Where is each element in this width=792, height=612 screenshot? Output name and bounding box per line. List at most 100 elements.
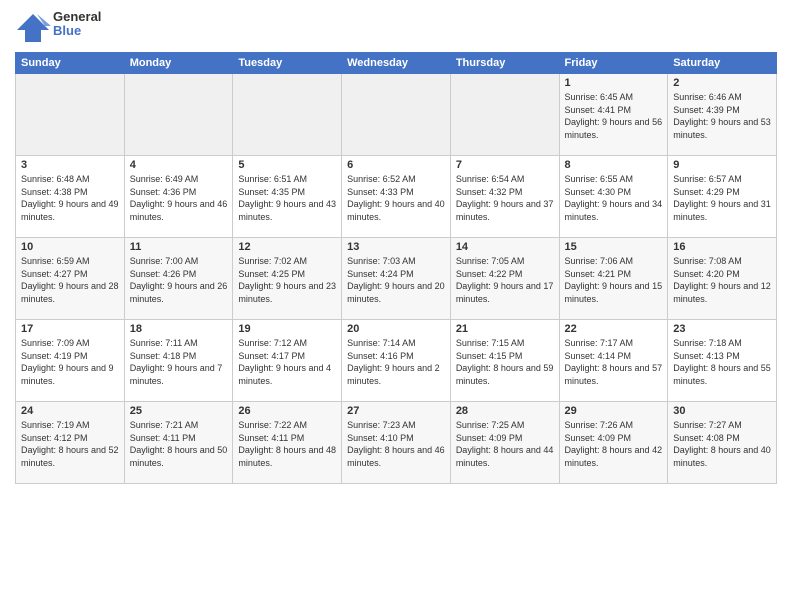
calendar-cell: 10Sunrise: 6:59 AM Sunset: 4:27 PM Dayli… xyxy=(16,238,125,320)
day-number: 9 xyxy=(673,159,771,171)
calendar-cell: 18Sunrise: 7:11 AM Sunset: 4:18 PM Dayli… xyxy=(124,320,233,402)
calendar-cell xyxy=(16,74,125,156)
day-info: Sunrise: 7:03 AM Sunset: 4:24 PM Dayligh… xyxy=(347,255,445,305)
calendar-week-row: 10Sunrise: 6:59 AM Sunset: 4:27 PM Dayli… xyxy=(16,238,777,320)
calendar-cell: 9 Sunrise: 6:57 AM Sunset: 4:29 PM Daylig… xyxy=(668,156,777,238)
day-number: 23 xyxy=(673,323,771,335)
day-info: Sunrise: 7:14 AM Sunset: 4:16 PM Dayligh… xyxy=(347,337,445,387)
calendar-cell: 17 Sunrise: 7:09 AM Sunset: 4:19 PM Dayli… xyxy=(16,320,125,402)
day-number: 6 xyxy=(347,159,445,171)
calendar-cell: 12 Sunrise: 7:02 AM Sunset: 4:25 PM Dayli… xyxy=(233,238,342,320)
day-number: 30 xyxy=(673,405,771,417)
calendar-cell xyxy=(450,74,559,156)
calendar-cell: 3 Sunrise: 6:48 AM Sunset: 4:38 PM Daylig… xyxy=(16,156,125,238)
day-number: 5 xyxy=(238,159,336,171)
day-info: Sunrise: 7:09 AM Sunset: 4:19 PM Dayligh… xyxy=(21,337,119,387)
calendar-cell: 5 Sunrise: 6:51 AM Sunset: 4:35 PM Daylig… xyxy=(233,156,342,238)
day-number: 12 xyxy=(238,241,336,253)
calendar-cell: 11Sunrise: 7:00 AM Sunset: 4:26 PM Dayli… xyxy=(124,238,233,320)
calendar-cell xyxy=(342,74,451,156)
calendar-cell: 29 Sunrise: 7:26 AM Sunset: 4:09 PM Dayli… xyxy=(559,402,668,484)
day-number: 17 xyxy=(21,323,119,335)
calendar-cell: 21 Sunrise: 7:15 AM Sunset: 4:15 PM Dayli… xyxy=(450,320,559,402)
day-number: 2 xyxy=(673,77,771,89)
calendar-cell: 20 Sunrise: 7:14 AM Sunset: 4:16 PM Dayli… xyxy=(342,320,451,402)
day-info: Sunrise: 7:25 AM Sunset: 4:09 PM Dayligh… xyxy=(456,419,554,469)
day-info: Sunrise: 7:21 AM Sunset: 4:11 PM Dayligh… xyxy=(130,419,228,469)
calendar-cell xyxy=(233,74,342,156)
day-number: 29 xyxy=(565,405,663,417)
day-info: Sunrise: 6:45 AM Sunset: 4:41 PM Dayligh… xyxy=(565,91,663,141)
day-number: 24 xyxy=(21,405,119,417)
day-number: 19 xyxy=(238,323,336,335)
calendar-cell: 26Sunrise: 7:22 AM Sunset: 4:11 PM Dayli… xyxy=(233,402,342,484)
day-number: 14 xyxy=(456,241,554,253)
calendar-table: SundayMondayTuesdayWednesdayThursdayFrid… xyxy=(15,52,777,484)
day-number: 22 xyxy=(565,323,663,335)
calendar-cell: 24 Sunrise: 7:19 AM Sunset: 4:12 PM Dayli… xyxy=(16,402,125,484)
calendar-cell: 23 Sunrise: 7:18 AM Sunset: 4:13 PM Dayli… xyxy=(668,320,777,402)
calendar-cell: 4 Sunrise: 6:49 AM Sunset: 4:36 PM Daylig… xyxy=(124,156,233,238)
day-number: 27 xyxy=(347,405,445,417)
day-info: Sunrise: 6:49 AM Sunset: 4:36 PM Dayligh… xyxy=(130,173,228,223)
calendar-header-row: SundayMondayTuesdayWednesdayThursdayFrid… xyxy=(16,53,777,74)
calendar-cell: 6 Sunrise: 6:52 AM Sunset: 4:33 PM Daylig… xyxy=(342,156,451,238)
day-info: Sunrise: 7:23 AM Sunset: 4:10 PM Dayligh… xyxy=(347,419,445,469)
weekday-header: Wednesday xyxy=(342,53,451,74)
day-number: 3 xyxy=(21,159,119,171)
day-number: 13 xyxy=(347,241,445,253)
day-info: Sunrise: 7:00 AM Sunset: 4:26 PM Dayligh… xyxy=(130,255,228,305)
weekday-header: Tuesday xyxy=(233,53,342,74)
logo-general: General xyxy=(53,10,101,24)
day-info: Sunrise: 7:15 AM Sunset: 4:15 PM Dayligh… xyxy=(456,337,554,387)
weekday-header: Thursday xyxy=(450,53,559,74)
day-info: Sunrise: 7:17 AM Sunset: 4:14 PM Dayligh… xyxy=(565,337,663,387)
calendar-cell: 14 Sunrise: 7:05 AM Sunset: 4:22 PM Dayli… xyxy=(450,238,559,320)
day-number: 20 xyxy=(347,323,445,335)
day-info: Sunrise: 7:18 AM Sunset: 4:13 PM Dayligh… xyxy=(673,337,771,387)
day-info: Sunrise: 6:51 AM Sunset: 4:35 PM Dayligh… xyxy=(238,173,336,223)
calendar-week-row: 17 Sunrise: 7:09 AM Sunset: 4:19 PM Dayli… xyxy=(16,320,777,402)
day-number: 10 xyxy=(21,241,119,253)
day-number: 28 xyxy=(456,405,554,417)
day-number: 15 xyxy=(565,241,663,253)
day-info: Sunrise: 7:08 AM Sunset: 4:20 PM Dayligh… xyxy=(673,255,771,305)
calendar-cell: 22 Sunrise: 7:17 AM Sunset: 4:14 PM Dayli… xyxy=(559,320,668,402)
day-info: Sunrise: 7:12 AM Sunset: 4:17 PM Dayligh… xyxy=(238,337,336,387)
logo-svg xyxy=(15,10,51,46)
day-number: 4 xyxy=(130,159,228,171)
calendar-cell: 1Sunrise: 6:45 AM Sunset: 4:41 PM Daylig… xyxy=(559,74,668,156)
logo-wordmark: General Blue xyxy=(53,10,101,39)
calendar-cell: 25 Sunrise: 7:21 AM Sunset: 4:11 PM Dayli… xyxy=(124,402,233,484)
day-info: Sunrise: 6:46 AM Sunset: 4:39 PM Dayligh… xyxy=(673,91,771,141)
calendar-cell xyxy=(124,74,233,156)
day-info: Sunrise: 7:19 AM Sunset: 4:12 PM Dayligh… xyxy=(21,419,119,469)
weekday-header: Monday xyxy=(124,53,233,74)
day-info: Sunrise: 6:57 AM Sunset: 4:29 PM Dayligh… xyxy=(673,173,771,223)
day-info: Sunrise: 7:05 AM Sunset: 4:22 PM Dayligh… xyxy=(456,255,554,305)
day-info: Sunrise: 7:26 AM Sunset: 4:09 PM Dayligh… xyxy=(565,419,663,469)
day-info: Sunrise: 6:52 AM Sunset: 4:33 PM Dayligh… xyxy=(347,173,445,223)
calendar-week-row: 24 Sunrise: 7:19 AM Sunset: 4:12 PM Dayli… xyxy=(16,402,777,484)
calendar-cell: 2 Sunrise: 6:46 AM Sunset: 4:39 PM Daylig… xyxy=(668,74,777,156)
weekday-header: Friday xyxy=(559,53,668,74)
calendar-cell: 15Sunrise: 7:06 AM Sunset: 4:21 PM Dayli… xyxy=(559,238,668,320)
calendar-cell: 13 Sunrise: 7:03 AM Sunset: 4:24 PM Dayli… xyxy=(342,238,451,320)
calendar-cell: 30Sunrise: 7:27 AM Sunset: 4:08 PM Dayli… xyxy=(668,402,777,484)
day-info: Sunrise: 6:55 AM Sunset: 4:30 PM Dayligh… xyxy=(565,173,663,223)
calendar-cell: 7Sunrise: 6:54 AM Sunset: 4:32 PM Daylig… xyxy=(450,156,559,238)
day-number: 16 xyxy=(673,241,771,253)
day-info: Sunrise: 6:48 AM Sunset: 4:38 PM Dayligh… xyxy=(21,173,119,223)
header: General Blue xyxy=(15,10,777,46)
day-info: Sunrise: 7:02 AM Sunset: 4:25 PM Dayligh… xyxy=(238,255,336,305)
day-info: Sunrise: 7:11 AM Sunset: 4:18 PM Dayligh… xyxy=(130,337,228,387)
day-info: Sunrise: 7:22 AM Sunset: 4:11 PM Dayligh… xyxy=(238,419,336,469)
day-number: 21 xyxy=(456,323,554,335)
weekday-header: Sunday xyxy=(16,53,125,74)
day-info: Sunrise: 6:54 AM Sunset: 4:32 PM Dayligh… xyxy=(456,173,554,223)
logo-blue: Blue xyxy=(53,24,101,38)
calendar-cell: 8Sunrise: 6:55 AM Sunset: 4:30 PM Daylig… xyxy=(559,156,668,238)
day-number: 25 xyxy=(130,405,228,417)
calendar-week-row: 3 Sunrise: 6:48 AM Sunset: 4:38 PM Daylig… xyxy=(16,156,777,238)
calendar-cell: 19 Sunrise: 7:12 AM Sunset: 4:17 PM Dayli… xyxy=(233,320,342,402)
